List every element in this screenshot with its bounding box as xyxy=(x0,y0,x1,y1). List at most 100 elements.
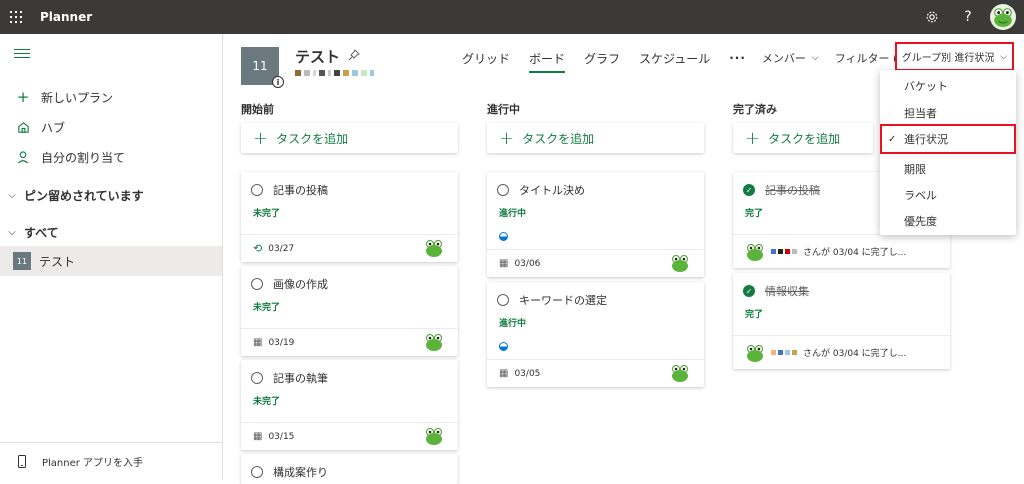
task-card[interactable]: 画像の作成 未完了 ▦ 03/19 xyxy=(241,266,458,356)
home-icon xyxy=(5,121,41,134)
task-title: 情報収集 xyxy=(765,285,809,298)
user-name-redacted xyxy=(771,249,797,254)
sidebar-item-label: ハブ xyxy=(41,120,66,135)
due-date: 03/27 xyxy=(268,243,295,254)
task-footer: さんが 03/04 に完了し... xyxy=(733,234,950,268)
plus-icon: + xyxy=(253,127,269,149)
tab-grid[interactable]: グリッド xyxy=(462,47,510,69)
task-card[interactable]: ✓ 情報収集 完了 さんが 03/04 に完了し... xyxy=(733,273,950,369)
tab-schedule[interactable]: スケジュール xyxy=(639,47,710,69)
calendar-icon: ▦ xyxy=(499,258,509,269)
assignee-avatar xyxy=(672,255,688,272)
menu-item-label[interactable]: ラベル xyxy=(880,181,1016,208)
sidebar-item-label: テスト xyxy=(39,254,76,269)
progress-icon[interactable] xyxy=(499,342,508,351)
sidebar-item-new-plan[interactable]: + 新しいプラン xyxy=(0,82,222,112)
sidebar-section-pinned[interactable]: ⌵ ピン留めされています xyxy=(0,180,222,210)
complete-checkbox[interactable] xyxy=(497,184,509,196)
complete-checkbox[interactable] xyxy=(251,184,263,196)
members-dropdown[interactable]: メンバー ⌵ xyxy=(762,50,819,66)
completed-text: さんが 03/04 に完了し... xyxy=(803,349,907,359)
add-task-button[interactable]: + タスクを追加 xyxy=(487,123,704,153)
pin-icon[interactable] xyxy=(348,49,360,64)
complete-checkbox[interactable] xyxy=(251,278,263,290)
section-label: ピン留めされています xyxy=(24,188,144,203)
menu-item-progress[interactable]: ✓ 進行状況 xyxy=(880,124,1016,154)
app-title[interactable]: Planner xyxy=(40,10,92,24)
add-task-label: タスクを追加 xyxy=(768,131,841,146)
chevron-down-icon: ⌵ xyxy=(811,53,819,63)
menu-item-due[interactable]: 期限 xyxy=(880,155,1016,182)
chevron-down-icon: ⌵ xyxy=(1000,51,1008,62)
assignee-avatar xyxy=(426,240,442,257)
complete-checkbox[interactable] xyxy=(251,372,263,384)
menu-item-label: 進行状況 xyxy=(904,133,948,146)
group-by-dropdown[interactable]: グループ別 進行状況 ⌵ xyxy=(895,42,1014,71)
sidebar-section-all[interactable]: ⌵ すべて xyxy=(0,217,222,247)
task-footer: さんが 03/04 に完了し... xyxy=(733,335,950,369)
progress-icon[interactable] xyxy=(499,232,508,241)
get-app-link[interactable]: Planner アプリを入手 xyxy=(0,442,222,480)
calendar-icon: ▦ xyxy=(253,431,263,442)
phone-icon xyxy=(14,455,30,468)
task-title: 画像の作成 xyxy=(273,278,328,291)
add-task-button[interactable]: + タスクを追加 xyxy=(733,123,873,153)
help-icon[interactable]: ? xyxy=(950,0,986,34)
assignee-avatar xyxy=(426,428,442,445)
task-card[interactable]: 記事の投稿 未完了 ⟲ 03/27 xyxy=(241,172,458,262)
calendar-icon: ▦ xyxy=(499,368,509,379)
app-launcher-icon[interactable] xyxy=(2,0,30,34)
sidebar-item-plan[interactable]: 11 テスト xyxy=(0,246,222,276)
gear-icon[interactable] xyxy=(914,0,950,34)
task-title: 構成案作り xyxy=(273,466,328,479)
add-task-label: タスクを追加 xyxy=(522,131,595,146)
bucket-title: 進行中 xyxy=(487,103,520,116)
completed-text: さんが 03/04 に完了し... xyxy=(803,248,907,258)
top-bar: Planner ? xyxy=(0,0,1024,34)
menu-item-bucket[interactable]: バケット xyxy=(880,72,1016,99)
plus-icon: + xyxy=(499,127,515,149)
task-title: 記事の執筆 xyxy=(273,372,328,385)
due-date: 03/15 xyxy=(268,431,295,442)
completed-check-icon[interactable]: ✓ xyxy=(743,184,755,196)
sidebar-item-hub[interactable]: ハブ xyxy=(0,112,222,142)
task-status: 未完了 xyxy=(253,303,281,313)
get-app-label: Planner アプリを入手 xyxy=(42,458,144,469)
task-title: 記事の投稿 xyxy=(765,184,820,197)
bucket-title: 完了済み xyxy=(733,103,777,116)
menu-item-assignee[interactable]: 担当者 xyxy=(880,99,1016,126)
plus-icon: + xyxy=(745,127,761,149)
assignee-avatar xyxy=(672,365,688,382)
assignee-avatar xyxy=(747,243,763,261)
group-name-redacted xyxy=(295,68,374,78)
assignee-avatar xyxy=(426,334,442,351)
members-label: メンバー xyxy=(761,52,806,65)
task-title: タイトル決め xyxy=(519,184,585,197)
completed-check-icon[interactable]: ✓ xyxy=(743,285,755,297)
plan-tile: 11 xyxy=(13,252,31,270)
complete-checkbox[interactable] xyxy=(251,466,263,478)
info-icon[interactable]: i xyxy=(272,76,284,88)
complete-checkbox[interactable] xyxy=(497,294,509,306)
repeat-icon: ⟲ xyxy=(253,242,263,255)
checkmark-icon: ✓ xyxy=(888,133,897,145)
plan-title-text: テスト xyxy=(295,48,341,66)
sidebar-item-assigned[interactable]: 自分の割り当て xyxy=(0,142,222,172)
task-card[interactable]: 記事の執筆 未完了 ▦ 03/15 xyxy=(241,360,458,450)
plan-title: テスト xyxy=(295,46,360,67)
task-card[interactable]: タイトル決め 進行中 ▦ 03/06 xyxy=(487,172,704,277)
group-by-menu: バケット 担当者 ✓ 進行状況 期限 ラベル 優先度 xyxy=(880,70,1016,235)
tab-board[interactable]: ボード xyxy=(529,47,566,73)
user-avatar[interactable] xyxy=(990,4,1016,30)
tab-chart[interactable]: グラフ xyxy=(584,47,620,69)
more-options-button[interactable]: ··· xyxy=(729,51,746,65)
chevron-down-icon: ⌵ xyxy=(8,226,16,238)
hamburger-menu-icon[interactable] xyxy=(14,46,30,60)
assignee-avatar xyxy=(747,344,763,362)
menu-item-priority[interactable]: 優先度 xyxy=(880,207,1016,234)
add-task-button[interactable]: + タスクを追加 xyxy=(241,123,458,153)
task-status: 未完了 xyxy=(253,209,281,219)
task-card[interactable]: キーワードの選定 進行中 ▦ 03/05 xyxy=(487,282,704,387)
sidebar: + 新しいプラン ハブ 自分の割り当て ⌵ ピン留めされています ⌵ すべて 1… xyxy=(0,34,223,480)
due-date: 03/05 xyxy=(514,368,541,379)
